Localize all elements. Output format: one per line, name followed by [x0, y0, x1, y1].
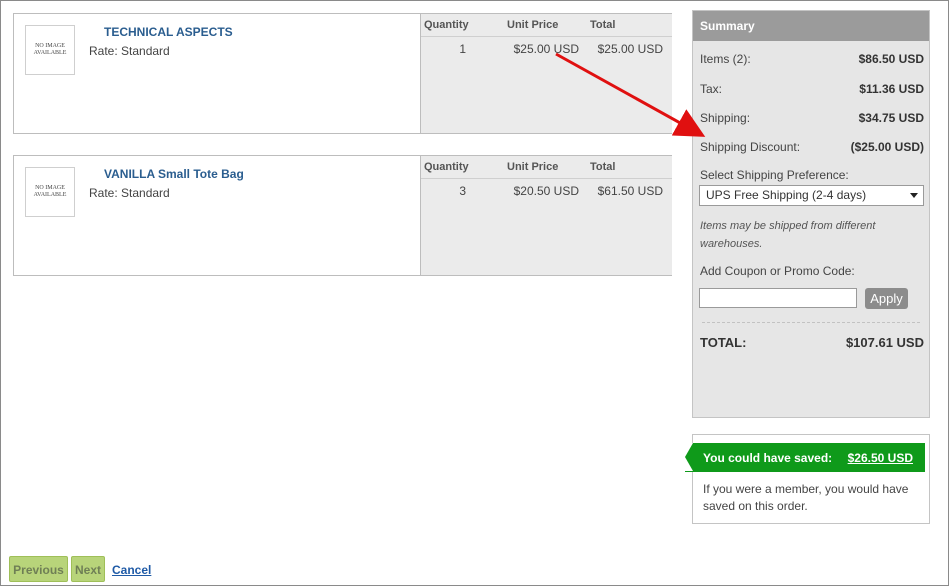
- shipping-row: Shipping: $34.75 USD: [700, 111, 924, 125]
- price-row: 1 $25.00 USD $25.00 USD: [421, 37, 672, 59]
- tax-label: Tax:: [700, 82, 723, 96]
- cart-item: NO IMAGE AVAILABLE TECHNICAL ASPECTS Rat…: [13, 13, 672, 134]
- items-label: Items (2):: [700, 52, 751, 66]
- unit-price-value: $25.00 USD: [513, 42, 579, 56]
- product-name-link[interactable]: VANILLA Small Tote Bag: [104, 167, 244, 181]
- items-value: $86.50 USD: [858, 52, 924, 66]
- total-header: Total: [590, 161, 616, 173]
- price-panel: Quantity Unit Price Total 3 $20.50 USD $…: [420, 156, 672, 275]
- quantity-value: 3: [459, 184, 466, 198]
- shipping-discount-row: Shipping Discount: ($25.00 USD): [700, 140, 924, 154]
- shipping-preference-label: Select Shipping Preference:: [700, 168, 849, 182]
- price-header: Quantity Unit Price Total: [421, 156, 672, 179]
- no-image-text: NO IMAGE AVAILABLE: [33, 185, 67, 198]
- shipping-discount-label: Shipping Discount:: [700, 140, 801, 154]
- savings-banner: You could have saved: $26.50 USD: [685, 443, 925, 472]
- savings-amount-link[interactable]: $26.50 USD: [848, 451, 913, 465]
- total-header: Total: [590, 19, 616, 31]
- tax-row: Tax: $11.36 USD: [700, 82, 924, 96]
- shipping-note: Items may be shipped from different ware…: [700, 220, 876, 250]
- quantity-header: Quantity: [424, 19, 469, 31]
- member-savings-box: You could have saved: $26.50 USD If you …: [685, 434, 930, 524]
- total-value: $25.00 USD: [597, 42, 663, 56]
- unit-price-header: Unit Price: [507, 161, 559, 173]
- tax-value: $11.36 USD: [859, 82, 924, 96]
- product-name-link[interactable]: TECHNICAL ASPECTS: [104, 25, 233, 39]
- chevron-down-icon: [910, 193, 918, 198]
- shipping-label: Shipping:: [700, 111, 751, 125]
- apply-button[interactable]: Apply: [865, 288, 908, 309]
- no-image-text: NO IMAGE AVAILABLE: [33, 43, 67, 56]
- price-row: 3 $20.50 USD $61.50 USD: [421, 179, 672, 201]
- product-rate: Rate: Standard: [89, 186, 170, 200]
- product-image-placeholder: NO IMAGE AVAILABLE: [25, 25, 75, 75]
- summary-title: Summary: [693, 11, 929, 41]
- unit-price-value: $20.50 USD: [513, 184, 579, 198]
- next-button[interactable]: Next: [71, 556, 105, 582]
- coupon-label: Add Coupon or Promo Code:: [700, 264, 855, 278]
- savings-note: If you were a member, you would have sav…: [703, 482, 909, 513]
- shipping-preference-select[interactable]: UPS Free Shipping (2-4 days): [699, 185, 924, 206]
- savings-banner-text: You could have saved:: [703, 451, 833, 465]
- total-label: TOTAL:: [700, 335, 747, 350]
- coupon-input[interactable]: [699, 288, 857, 308]
- price-header: Quantity Unit Price Total: [421, 14, 672, 37]
- shipping-discount-value: ($25.00 USD): [850, 140, 924, 154]
- product-rate: Rate: Standard: [89, 44, 170, 58]
- shipping-value: $34.75 USD: [858, 111, 924, 125]
- price-panel: Quantity Unit Price Total 1 $25.00 USD $…: [420, 14, 672, 133]
- product-image-placeholder: NO IMAGE AVAILABLE: [25, 167, 75, 217]
- quantity-value: 1: [459, 42, 466, 56]
- items-subtotal-row: Items (2): $86.50 USD: [700, 52, 924, 66]
- shipping-preference-value: UPS Free Shipping (2-4 days): [706, 188, 867, 202]
- total-value: $61.50 USD: [597, 184, 663, 198]
- unit-price-header: Unit Price: [507, 19, 559, 31]
- total-row: TOTAL: $107.61 USD: [700, 335, 924, 350]
- order-summary-panel: Summary Items (2): $86.50 USD Tax: $11.3…: [692, 10, 930, 418]
- quantity-header: Quantity: [424, 161, 469, 173]
- previous-button[interactable]: Previous: [9, 556, 68, 582]
- total-value: $107.61 USD: [845, 335, 924, 350]
- divider: [702, 322, 920, 323]
- cancel-link[interactable]: Cancel: [112, 563, 151, 577]
- cart-item: NO IMAGE AVAILABLE VANILLA Small Tote Ba…: [13, 155, 672, 276]
